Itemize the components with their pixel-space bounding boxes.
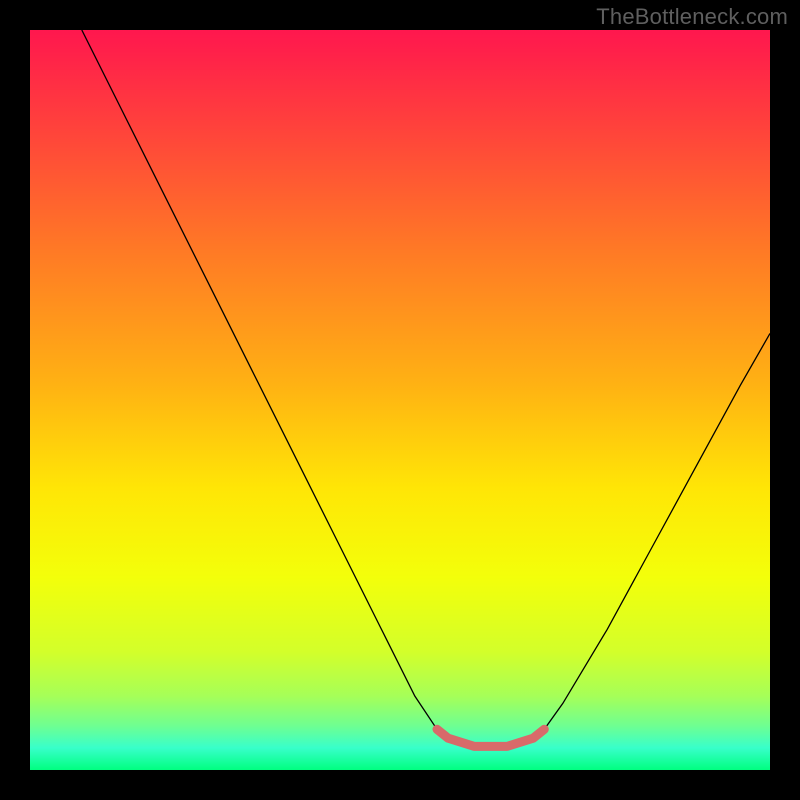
chart-container: TheBottleneck.com [0, 0, 800, 800]
plot-background [30, 30, 770, 770]
watermark-text: TheBottleneck.com [596, 4, 788, 30]
bottleneck-chart [0, 0, 800, 800]
